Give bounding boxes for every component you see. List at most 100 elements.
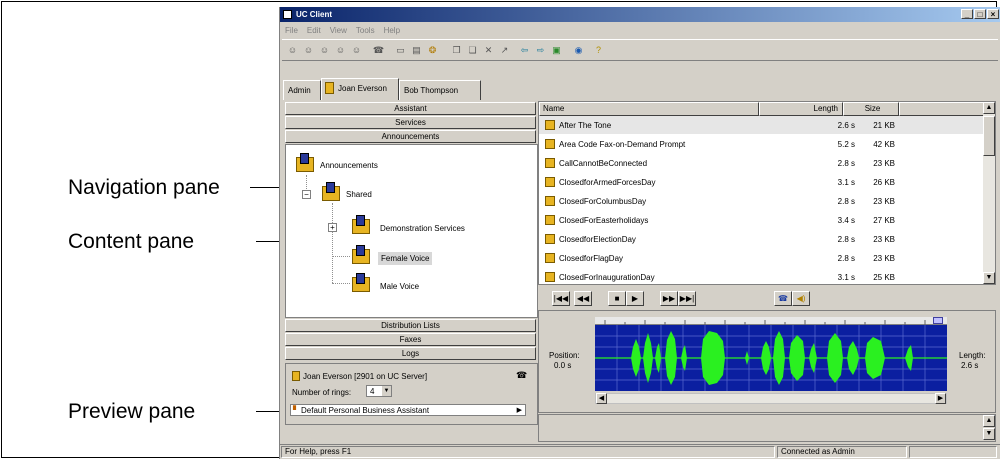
user-status-label: Joan Everson [2901 on UC Server]	[303, 372, 428, 381]
length-label: Length:	[959, 351, 986, 360]
menu-tools[interactable]: Tools	[356, 26, 375, 35]
scroll-thumb[interactable]	[983, 116, 995, 156]
scroll-down-button[interactable]: ▼	[983, 428, 995, 440]
list-item[interactable]: Area Code Fax-on-Demand Prompt 5.2 s 42 KB	[539, 135, 985, 153]
section-logs[interactable]: Logs	[285, 347, 536, 360]
length-value: 2.6 s	[961, 361, 979, 370]
refresh-icon[interactable]: ▣	[550, 44, 563, 57]
collapse-icon[interactable]: −	[302, 190, 311, 199]
scroll-left-button[interactable]: ◀	[596, 393, 607, 404]
tree-line	[332, 203, 333, 283]
list-item[interactable]: CallCannotBeConnected 2.8 s 23 KB	[539, 154, 985, 172]
position-value: 0.0 s	[554, 361, 572, 370]
users-icon[interactable]: ❂	[426, 44, 439, 57]
rings-label: Number of rings:	[292, 388, 352, 397]
announcement-icon	[545, 177, 555, 187]
tab-bob-thompson[interactable]: Bob Thompson	[399, 80, 481, 100]
skip-start-button[interactable]: |◀◀	[552, 291, 570, 306]
callout-navigation-pane: Navigation pane	[68, 176, 220, 199]
forward-icon[interactable]: ⇨	[534, 44, 547, 57]
copy-icon[interactable]: ❐	[450, 44, 463, 57]
user-icon[interactable]: ☺	[286, 44, 299, 57]
tree-line	[332, 283, 350, 284]
announcement-icon	[545, 215, 555, 225]
status-help-text: For Help, press F1	[281, 446, 775, 458]
help-icon[interactable]: ?	[592, 44, 605, 57]
globe-icon[interactable]: ◉	[572, 44, 585, 57]
shared-folder-icon	[320, 182, 342, 202]
paste-icon[interactable]: ❏	[466, 44, 479, 57]
tree-line	[332, 256, 350, 257]
tree-item-shared[interactable]: Shared	[346, 190, 372, 199]
scroll-up-button[interactable]: ▲	[983, 102, 995, 114]
menu-file[interactable]: File	[285, 26, 298, 35]
waveform-scrollbar[interactable]: ◀ ▶	[595, 393, 947, 404]
play-button[interactable]: ▶	[626, 291, 644, 306]
menu-edit[interactable]: Edit	[307, 26, 321, 35]
list-item[interactable]: ClosedforElectionDay 2.8 s 23 KB	[539, 230, 985, 248]
tree-item-female-voice[interactable]: Female Voice	[378, 252, 433, 265]
expand-icon[interactable]: +	[328, 223, 337, 232]
phone-icon[interactable]: ☎	[372, 44, 385, 57]
section-announcements[interactable]: Announcements	[285, 130, 536, 143]
folder-icon[interactable]: ▭	[394, 44, 407, 57]
announcement-icon	[545, 234, 555, 244]
settings-icon[interactable]: ☎	[516, 370, 527, 381]
tree-item-announcements[interactable]: Announcements	[320, 161, 378, 170]
menu-help[interactable]: Help	[384, 26, 400, 35]
demo-services-folder-icon	[350, 215, 372, 235]
assistant-label: Default Personal Business Assistant	[301, 406, 430, 415]
menu-view[interactable]: View	[330, 26, 347, 35]
delete-icon[interactable]: ✕	[482, 44, 495, 57]
maximize-button[interactable]: □	[974, 9, 986, 19]
fast-forward-button[interactable]: ▶▶	[660, 291, 678, 306]
tree-item-male-voice[interactable]: Male Voice	[380, 282, 419, 291]
phone-playback-button[interactable]: ☎	[774, 291, 792, 306]
end-marker-icon[interactable]	[933, 317, 943, 324]
arrow-icon[interactable]: ↗	[498, 44, 511, 57]
column-header-name[interactable]: Name	[539, 102, 759, 116]
announcement-icon	[545, 120, 555, 130]
section-faxes[interactable]: Faxes	[285, 333, 536, 346]
list-item[interactable]: After The Tone 2.6 s 21 KB	[539, 116, 985, 134]
folder-icon[interactable]: ▤	[410, 44, 423, 57]
ruler-ticks	[604, 320, 926, 325]
list-item[interactable]: ClosedForInaugurationDay 3.1 s 25 KB	[539, 268, 985, 284]
close-button[interactable]: ×	[987, 9, 999, 19]
rewind-button[interactable]: ◀◀	[574, 291, 592, 306]
stop-button[interactable]: ■	[608, 291, 626, 306]
announcement-icon	[545, 272, 555, 282]
female-voice-folder-icon	[350, 245, 372, 265]
speaker-button[interactable]: ◀)	[792, 291, 810, 306]
waveform-display[interactable]	[595, 325, 947, 391]
section-assistant[interactable]: Assistant	[285, 102, 536, 115]
section-distribution-lists[interactable]: Distribution Lists	[285, 319, 536, 332]
user-icon[interactable]: ☺	[318, 44, 331, 57]
back-icon[interactable]: ⇦	[518, 44, 531, 57]
tree-item-demonstration-services[interactable]: Demonstration Services	[380, 224, 465, 233]
assistant-icon: ▘	[293, 406, 300, 415]
scroll-right-button[interactable]: ▶	[935, 393, 946, 404]
list-item[interactable]: ClosedforFlagDay 2.8 s 23 KB	[539, 249, 985, 267]
section-services[interactable]: Services	[285, 116, 536, 129]
rings-select[interactable]: 4 ▼	[366, 385, 392, 397]
assistant-selector[interactable]: ▘ Default Personal Business Assistant ▶	[290, 404, 526, 416]
user-icon[interactable]: ☺	[334, 44, 347, 57]
column-header-length[interactable]: Length	[759, 102, 843, 116]
skip-end-button[interactable]: ▶▶|	[678, 291, 696, 306]
user-icon	[325, 82, 334, 94]
list-item[interactable]: ClosedForColumbusDay 2.8 s 23 KB	[539, 192, 985, 210]
minimize-button[interactable]: _	[961, 9, 973, 19]
tab-joan-everson[interactable]: Joan Everson	[321, 78, 399, 100]
scroll-up-button[interactable]: ▲	[983, 415, 995, 427]
column-header-size[interactable]: Size	[843, 102, 899, 116]
user-icon[interactable]: ☺	[350, 44, 363, 57]
tab-admin[interactable]: Admin	[283, 80, 321, 100]
list-item[interactable]: ClosedForEasterholidays 3.4 s 27 KB	[539, 211, 985, 229]
list-scrollbar[interactable]: ▲ ▼	[983, 102, 995, 284]
waveform-ruler	[595, 317, 947, 325]
uc-client-window: UC Client _ □ × File Edit View Tools Hel…	[279, 7, 1000, 459]
user-icon[interactable]: ☺	[302, 44, 315, 57]
scroll-down-button[interactable]: ▼	[983, 272, 995, 284]
list-item[interactable]: ClosedforArmedForcesDay 3.1 s 26 KB	[539, 173, 985, 191]
